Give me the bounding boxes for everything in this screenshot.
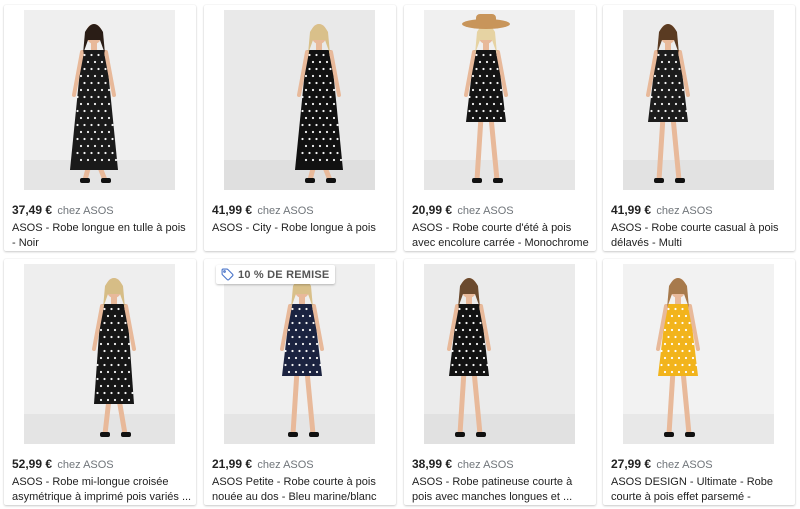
model-photo: [424, 14, 575, 190]
model-photo: [424, 278, 575, 444]
product-price: 20,99 €: [412, 203, 453, 217]
product-image[interactable]: [24, 264, 175, 444]
product-image[interactable]: [424, 264, 575, 444]
product-title[interactable]: ASOS Petite - Robe courte à pois nouée a…: [212, 475, 392, 505]
price-line: 21,99 € chez ASOS: [212, 457, 314, 471]
product-card[interactable]: 41,99 € chez ASOS ASOS - Robe courte cas…: [603, 5, 795, 251]
product-card[interactable]: 37,49 € chez ASOS ASOS - Robe longue en …: [4, 5, 196, 251]
product-price: 21,99 €: [212, 457, 253, 471]
discount-badge: 10 % DE REMISE: [216, 265, 336, 284]
tag-icon: [221, 268, 234, 281]
product-title[interactable]: ASOS - City - Robe longue à pois: [212, 221, 392, 236]
product-image[interactable]: [24, 10, 175, 190]
model-photo: [623, 278, 774, 444]
product-image[interactable]: [224, 10, 375, 190]
price-line: 27,99 € chez ASOS: [611, 457, 713, 471]
product-seller: chez ASOS: [457, 205, 514, 217]
product-price: 27,99 €: [611, 457, 652, 471]
model-photo: [623, 24, 774, 190]
price-line: 41,99 € chez ASOS: [611, 203, 713, 217]
product-price: 37,49 €: [12, 203, 53, 217]
model-photo: [24, 24, 175, 190]
product-seller: chez ASOS: [656, 205, 713, 217]
price-line: 38,99 € chez ASOS: [412, 457, 514, 471]
product-seller: chez ASOS: [257, 205, 314, 217]
product-title[interactable]: ASOS - Robe patineuse courte à pois avec…: [412, 475, 592, 505]
product-image[interactable]: [623, 10, 774, 190]
discount-label: 10 % DE REMISE: [238, 268, 330, 281]
product-title[interactable]: ASOS - Robe courte d'été à pois avec enc…: [412, 221, 592, 251]
product-image[interactable]: [224, 264, 375, 444]
product-card[interactable]: 27,99 € chez ASOS ASOS DESIGN - Ultimate…: [603, 259, 795, 505]
product-seller: chez ASOS: [57, 205, 114, 217]
product-price: 38,99 €: [412, 457, 453, 471]
price-line: 41,99 € chez ASOS: [212, 203, 314, 217]
product-title[interactable]: ASOS - Robe longue en tulle à pois - Noi…: [12, 221, 192, 251]
product-card[interactable]: 52,99 € chez ASOS ASOS - Robe mi-longue …: [4, 259, 196, 505]
product-grid: 37,49 € chez ASOS ASOS - Robe longue en …: [0, 0, 800, 509]
model-photo: [24, 278, 175, 444]
product-card[interactable]: 10 % DE REMISE 21,99 € chez ASOS ASOS Pe…: [204, 259, 396, 505]
product-price: 41,99 €: [611, 203, 652, 217]
product-card[interactable]: 20,99 € chez ASOS ASOS - Robe courte d'é…: [404, 5, 596, 251]
product-image[interactable]: [424, 10, 575, 190]
price-line: 20,99 € chez ASOS: [412, 203, 514, 217]
product-title[interactable]: ASOS - Robe courte casual à pois délavés…: [611, 221, 791, 251]
product-title[interactable]: ASOS DESIGN - Ultimate - Robe courte à p…: [611, 475, 791, 505]
product-card[interactable]: 38,99 € chez ASOS ASOS - Robe patineuse …: [404, 259, 596, 505]
product-title[interactable]: ASOS - Robe mi-longue croisée asymétriqu…: [12, 475, 192, 505]
product-card[interactable]: 41,99 € chez ASOS ASOS - City - Robe lon…: [204, 5, 396, 251]
model-photo: [224, 278, 375, 444]
product-price: 41,99 €: [212, 203, 253, 217]
product-seller: chez ASOS: [457, 459, 514, 471]
product-image[interactable]: [623, 264, 774, 444]
product-seller: chez ASOS: [57, 459, 114, 471]
price-line: 37,49 € chez ASOS: [12, 203, 114, 217]
price-line: 52,99 € chez ASOS: [12, 457, 114, 471]
product-price: 52,99 €: [12, 457, 53, 471]
model-photo: [224, 24, 375, 190]
product-seller: chez ASOS: [257, 459, 314, 471]
product-seller: chez ASOS: [656, 459, 713, 471]
